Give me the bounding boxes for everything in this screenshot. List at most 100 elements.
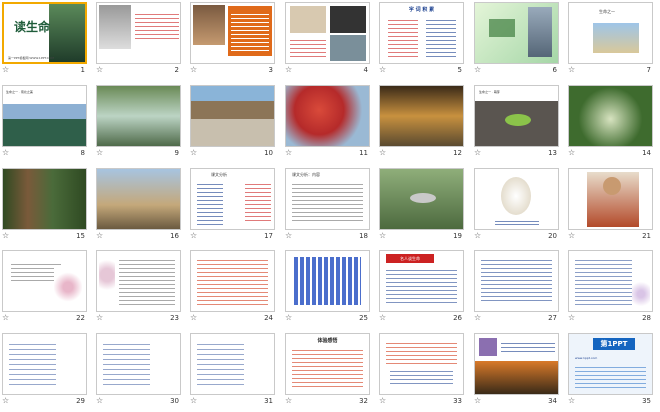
slide-preview[interactable]: 生命之一 · 萌芽 — [474, 85, 559, 147]
animation-star-icon[interactable]: ☆ — [568, 149, 575, 157]
animation-star-icon[interactable]: ☆ — [96, 397, 103, 405]
slide-thumbnail[interactable]: ☆ 31 — [188, 331, 282, 412]
slide-thumbnail[interactable]: ☆ 3 — [188, 0, 282, 81]
animation-star-icon[interactable]: ☆ — [190, 232, 197, 240]
slide-thumbnail[interactable]: ☆ 6 — [472, 0, 566, 81]
slide-preview[interactable] — [379, 333, 464, 395]
animation-star-icon[interactable]: ☆ — [474, 66, 481, 74]
slide-preview[interactable]: 体验感悟 — [285, 333, 370, 395]
slide-thumbnail[interactable]: ☆ 23 — [94, 248, 188, 329]
slide-preview[interactable]: 第1PPT www.1ppt.com — [568, 333, 653, 395]
slide-preview[interactable] — [474, 2, 559, 64]
animation-star-icon[interactable]: ☆ — [96, 66, 103, 74]
slide-preview[interactable] — [285, 250, 370, 312]
slide-preview[interactable]: 课文分析 — [190, 168, 275, 230]
animation-star-icon[interactable]: ☆ — [474, 314, 481, 322]
animation-star-icon[interactable]: ☆ — [379, 66, 386, 74]
slide-thumbnail[interactable]: ☆ 12 — [377, 83, 471, 164]
animation-star-icon[interactable]: ☆ — [285, 66, 292, 74]
slide-thumbnail[interactable]: ☆ 27 — [472, 248, 566, 329]
slide-thumbnail[interactable]: ☆ 28 — [566, 248, 660, 329]
animation-star-icon[interactable]: ☆ — [190, 66, 197, 74]
animation-star-icon[interactable]: ☆ — [568, 397, 575, 405]
slide-thumbnail[interactable]: ☆ 2 — [94, 0, 188, 81]
animation-star-icon[interactable]: ☆ — [2, 397, 9, 405]
slide-preview[interactable] — [96, 333, 181, 395]
slide-preview[interactable] — [474, 333, 559, 395]
slide-thumbnail[interactable]: ☆ 15 — [0, 166, 94, 247]
animation-star-icon[interactable]: ☆ — [379, 397, 386, 405]
animation-star-icon[interactable]: ☆ — [379, 314, 386, 322]
animation-star-icon[interactable]: ☆ — [474, 232, 481, 240]
slide-preview[interactable] — [96, 168, 181, 230]
animation-star-icon[interactable]: ☆ — [285, 397, 292, 405]
slide-thumbnail[interactable]: ☆ 19 — [377, 166, 471, 247]
slide-preview[interactable] — [2, 250, 87, 312]
slide-thumbnail[interactable]: 名人谈生命 ☆ 26 — [377, 248, 471, 329]
slide-preview[interactable] — [379, 85, 464, 147]
slide-preview[interactable] — [96, 2, 181, 64]
slide-preview[interactable] — [190, 2, 275, 64]
slide-preview[interactable] — [190, 333, 275, 395]
slide-preview[interactable] — [379, 168, 464, 230]
animation-star-icon[interactable]: ☆ — [190, 314, 197, 322]
animation-star-icon[interactable]: ☆ — [2, 149, 9, 157]
slide-preview[interactable]: 名人谈生命 — [379, 250, 464, 312]
slide-thumbnail[interactable]: 课文分析：内容 ☆ 18 — [283, 166, 377, 247]
slide-preview[interactable] — [568, 250, 653, 312]
slide-thumbnail[interactable]: 读生命 第一PPT模板网 WWW.1PPT.COM ☆ 1 — [0, 0, 94, 81]
slide-preview[interactable] — [568, 168, 653, 230]
animation-star-icon[interactable]: ☆ — [2, 314, 9, 322]
slide-preview[interactable] — [474, 168, 559, 230]
slide-preview[interactable] — [568, 85, 653, 147]
slide-preview[interactable]: 课文分析：内容 — [285, 168, 370, 230]
animation-star-icon[interactable]: ☆ — [96, 232, 103, 240]
slide-preview[interactable]: 生命之一 — [568, 2, 653, 64]
slide-thumbnail[interactable]: ☆ 4 — [283, 0, 377, 81]
slide-thumbnail[interactable]: ☆ 11 — [283, 83, 377, 164]
animation-star-icon[interactable]: ☆ — [379, 232, 386, 240]
slide-thumbnail[interactable]: ☆ 10 — [188, 83, 282, 164]
slide-thumbnail[interactable]: 生命之一 ☆ 7 — [566, 0, 660, 81]
slide-preview[interactable]: 字 词 积 累 — [379, 2, 464, 64]
slide-preview[interactable] — [2, 333, 87, 395]
animation-star-icon[interactable]: ☆ — [568, 232, 575, 240]
slide-thumbnail[interactable]: ☆ 30 — [94, 331, 188, 412]
slide-thumbnail[interactable]: ☆ 21 — [566, 166, 660, 247]
slide-preview[interactable] — [474, 250, 559, 312]
slide-thumbnail[interactable]: ☆ 24 — [188, 248, 282, 329]
animation-star-icon[interactable]: ☆ — [285, 314, 292, 322]
animation-star-icon[interactable]: ☆ — [2, 66, 9, 74]
animation-star-icon[interactable]: ☆ — [190, 149, 197, 157]
slide-thumbnail[interactable]: ☆ 14 — [566, 83, 660, 164]
slide-thumbnail[interactable]: ☆ 33 — [377, 331, 471, 412]
animation-star-icon[interactable]: ☆ — [2, 232, 9, 240]
slide-preview[interactable]: 读生命 第一PPT模板网 WWW.1PPT.COM — [2, 2, 87, 64]
slide-preview[interactable] — [96, 250, 181, 312]
slide-thumbnail[interactable]: ☆ 29 — [0, 331, 94, 412]
animation-star-icon[interactable]: ☆ — [474, 397, 481, 405]
animation-star-icon[interactable]: ☆ — [568, 314, 575, 322]
animation-star-icon[interactable]: ☆ — [96, 314, 103, 322]
animation-star-icon[interactable]: ☆ — [568, 66, 575, 74]
slide-thumbnail[interactable]: ☆ 20 — [472, 166, 566, 247]
slide-thumbnail[interactable]: ☆ 9 — [94, 83, 188, 164]
animation-star-icon[interactable]: ☆ — [379, 149, 386, 157]
animation-star-icon[interactable]: ☆ — [190, 397, 197, 405]
slide-preview[interactable] — [96, 85, 181, 147]
slide-thumbnail[interactable]: 第1PPT www.1ppt.com ☆ 35 — [566, 331, 660, 412]
slide-thumbnail[interactable]: 体验感悟 ☆ 32 — [283, 331, 377, 412]
slide-thumbnail[interactable]: 课文分析 ☆ 17 — [188, 166, 282, 247]
slide-preview[interactable] — [190, 250, 275, 312]
animation-star-icon[interactable]: ☆ — [285, 232, 292, 240]
slide-thumbnail[interactable]: 字 词 积 累 ☆ 5 — [377, 0, 471, 81]
slide-preview[interactable] — [2, 168, 87, 230]
slide-preview[interactable] — [190, 85, 275, 147]
slide-preview[interactable] — [285, 2, 370, 64]
slide-preview[interactable] — [285, 85, 370, 147]
slide-thumbnail[interactable]: ☆ 22 — [0, 248, 94, 329]
animation-star-icon[interactable]: ☆ — [285, 149, 292, 157]
animation-star-icon[interactable]: ☆ — [96, 149, 103, 157]
slide-thumbnail[interactable]: ☆ 16 — [94, 166, 188, 247]
slide-thumbnail[interactable]: ☆ 25 — [283, 248, 377, 329]
